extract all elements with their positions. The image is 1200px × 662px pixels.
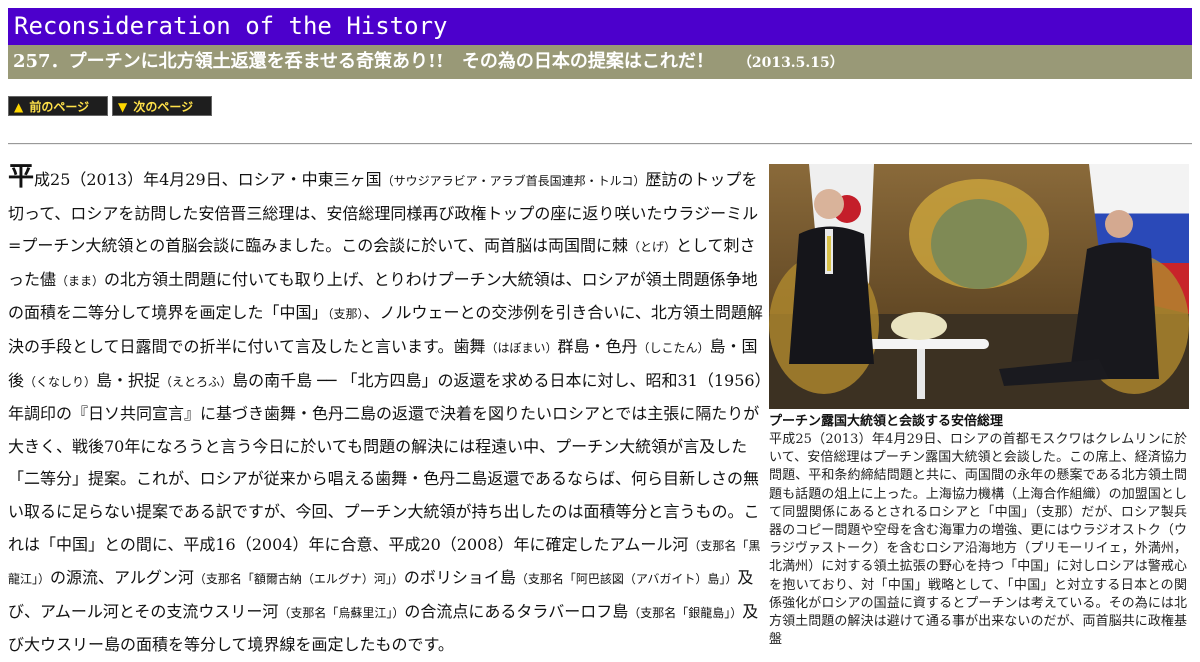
photo-caption-text: 平成25（2013）年4月29日、ロシアの首都モスクワはクレムリンに於いて、安倍…: [769, 432, 1187, 648]
reading-gloss: （支那名「阿巴該図（アバガイト）島」）: [515, 572, 738, 587]
reading-gloss: （とげ）: [627, 240, 676, 255]
body-text-run: の合流点にあるタラバーロフ島: [404, 601, 629, 621]
article-text: 成25（2013）年4月29日、ロシア・中東三ヶ国（サウジアラビア・アラブ首長国…: [8, 170, 763, 654]
body-text-run: のボリショイ島: [403, 568, 516, 588]
reading-gloss: （まま）: [56, 273, 105, 288]
reading-gloss: （しこたん）: [637, 340, 710, 355]
site-banner: Reconsideration of the History: [8, 8, 1192, 45]
previous-page-button[interactable]: ▲ 前のページ: [8, 96, 108, 116]
reading-gloss: （支那名「烏蘇里江」）: [278, 605, 405, 620]
meeting-photo-image: [769, 164, 1189, 409]
article-title: 257．プーチンに北方領土返還を呑ませる奇策あり!! その為の日本の提案はこれだ…: [13, 51, 714, 72]
article-date: （2013.5.15）: [737, 55, 844, 71]
reading-gloss: （支那名「額爾古納（エルグナ）河」）: [193, 572, 404, 587]
previous-page-label: 前のページ: [29, 100, 90, 114]
photo-caption-title: プーチン露国大統領と会談する安倍総理: [769, 414, 1004, 429]
next-page-label: 次のページ: [133, 100, 194, 114]
body-text-run: 島の南千島 ── 「北方四島」の返還を求める日本に対し、昭和31（1956）年調…: [8, 370, 763, 554]
body-text-run: の源流、アルグン河: [50, 568, 194, 588]
divider: [8, 143, 1192, 145]
article-body: 平成25（2013）年4月29日、ロシア・中東三ヶ国（サウジアラビア・アラブ首長…: [8, 161, 764, 662]
body-text-run: 群島・色丹: [557, 336, 638, 356]
reading-gloss: （くなしり）: [24, 374, 97, 389]
body-text-run: 成25（2013）年4月29日、ロシア・中東三ヶ国: [34, 170, 382, 189]
reading-gloss: （支那）: [327, 307, 364, 322]
reading-gloss: （えとろふ）: [160, 374, 233, 389]
reading-gloss: （支那名「銀龍島」）: [628, 605, 743, 620]
drop-cap: 平: [8, 162, 35, 192]
triangle-down-icon: ▼: [118, 100, 128, 114]
article-title-bar: 257．プーチンに北方領土返還を呑ませる奇策あり!! その為の日本の提案はこれだ…: [8, 45, 1192, 79]
reading-gloss: （はぼまい）: [485, 340, 558, 355]
site-title: Reconsideration of the History: [14, 12, 448, 40]
article-photo: [769, 164, 1189, 409]
next-page-button[interactable]: ▼ 次のページ: [112, 96, 212, 116]
body-text-run: 島・択捉: [96, 370, 161, 390]
triangle-up-icon: ▲: [14, 100, 24, 114]
article-paragraph: 平成25（2013）年4月29日、ロシア・中東三ヶ国（サウジアラビア・アラブ首長…: [8, 161, 764, 662]
reading-gloss: （サウジアラビア・アラブ首長国連邦・トルコ）: [381, 174, 646, 188]
